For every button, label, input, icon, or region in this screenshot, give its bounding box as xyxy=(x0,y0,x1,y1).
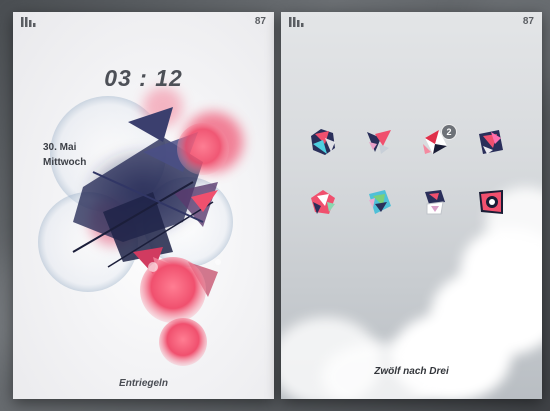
abstract-app-icon-6[interactable] xyxy=(361,184,397,220)
lock-screen: 87 03: 12 30. Mai Mittwoch Entriegeln xyxy=(13,12,274,399)
abstract-app-icon-6 xyxy=(369,190,391,214)
abstract-app-icon-2[interactable] xyxy=(361,124,397,160)
abstract-app-icon-4 xyxy=(479,130,503,154)
home-screen: 87 2 Zwölf nach Drei xyxy=(281,12,542,399)
battery-level: 87 xyxy=(522,16,534,27)
time-caption: Zwölf nach Drei xyxy=(374,366,449,377)
date-day: 30. Mai xyxy=(43,142,77,153)
notification-badge: 2 xyxy=(442,125,456,139)
abstract-app-icon-5 xyxy=(311,190,335,214)
status-bar: 87 xyxy=(281,12,542,34)
lock-date: 30. Mai Mittwoch xyxy=(43,140,86,170)
abstract-app-icon-2 xyxy=(367,130,391,154)
abstract-app-icon-4[interactable] xyxy=(473,124,509,160)
lock-clock: 03 : 12 xyxy=(104,65,183,91)
signal-bars-icon xyxy=(289,17,304,27)
unlock-button[interactable]: Entriegeln xyxy=(13,378,274,389)
abstract-app-icon-5[interactable] xyxy=(305,184,341,220)
abstract-app-icon-1[interactable] xyxy=(305,124,341,160)
abstract-app-icon-8[interactable] xyxy=(473,184,509,220)
abstract-app-icon-3[interactable]: 2 xyxy=(417,124,456,160)
app-grid: 2 xyxy=(305,124,509,220)
abstract-app-icon-8 xyxy=(479,190,503,214)
abstract-app-icon-1 xyxy=(311,129,335,155)
abstract-app-icon-7 xyxy=(425,190,445,215)
date-weekday: Mittwoch xyxy=(43,157,87,168)
abstract-app-icon-7[interactable] xyxy=(417,184,453,220)
